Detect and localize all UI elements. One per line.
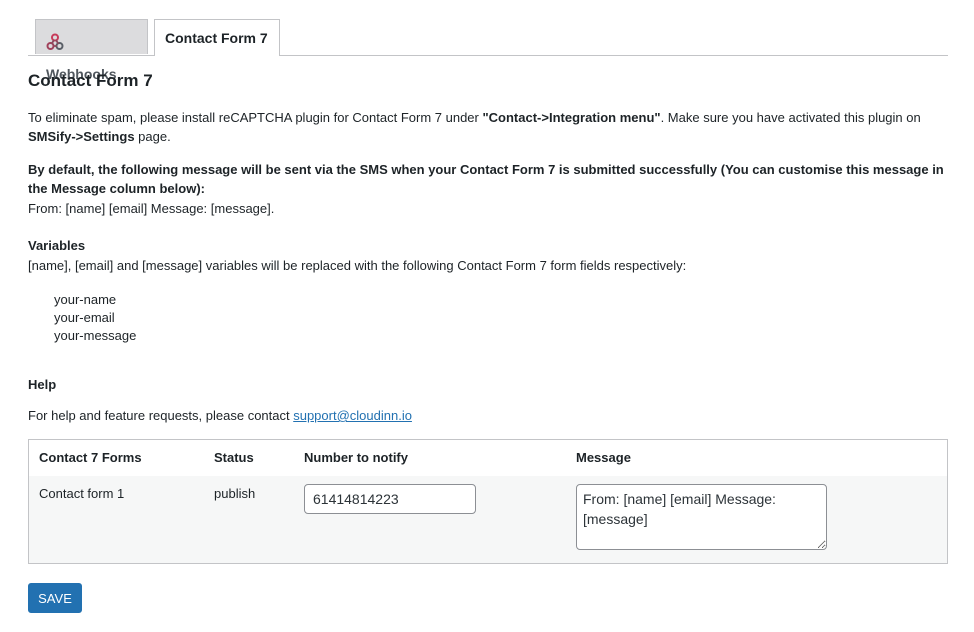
help-text-label: For help and feature requests, please co…: [28, 408, 294, 423]
intro-part1: To eliminate spam, please install reCAPT…: [28, 110, 483, 125]
form-name: Contact form 1: [39, 486, 125, 501]
settings-page-text: SMSify->Settings: [28, 129, 135, 144]
page: Webhooks Contact Form 7 Contact Form 7 T…: [0, 0, 974, 632]
form-status: publish: [214, 486, 256, 501]
field-list: your-name your-email your-message: [54, 291, 136, 345]
tab-contact-form-7[interactable]: Contact Form 7: [154, 19, 280, 56]
tab-bar: Webhooks Contact Form 7: [28, 19, 948, 82]
help-heading: Help: [28, 377, 57, 392]
number-to-notify-input[interactable]: [304, 484, 476, 514]
field-name: your-name: [54, 292, 117, 307]
field-message: your-message: [54, 328, 137, 343]
help-text: For help and feature requests, please co…: [28, 408, 412, 423]
variables-heading: Variables: [28, 238, 86, 253]
tab-contact-form-7-label: Contact Form 7: [165, 30, 268, 46]
default-message-note: By default, the following message will b…: [28, 162, 944, 196]
table-row: Contact form 1 publish From: [name] [ema…: [29, 476, 947, 563]
col-header-message: Message: [576, 450, 631, 465]
table-header: Contact 7 Forms Status Number to notify …: [29, 440, 947, 476]
field-email: your-email: [54, 310, 115, 325]
variables-text: [name], [email] and [message] variables …: [28, 258, 687, 273]
intro-part3: page.: [134, 129, 171, 144]
webhook-icon: [46, 28, 64, 51]
message-textarea[interactable]: From: [name] [email] Message: [message]: [576, 484, 827, 550]
support-email-link[interactable]: support@cloudinn.io: [293, 408, 412, 423]
col-header-number: Number to notify: [304, 450, 408, 465]
save-button[interactable]: SAVE: [28, 583, 82, 613]
page-title: Contact Form 7: [28, 71, 153, 90]
col-header-status: Status: [214, 450, 254, 465]
default-message: From: [name] [email] Message: [message].: [28, 201, 275, 216]
integration-menu-text: "Contact->Integration menu": [482, 110, 661, 125]
col-header-forms: Contact 7 Forms: [39, 450, 142, 465]
forms-table: Contact 7 Forms Status Number to notify …: [28, 439, 948, 564]
intro-text: To eliminate spam, please install reCAPT…: [28, 108, 948, 146]
tab-webhooks[interactable]: Webhooks: [35, 19, 148, 82]
intro-part2: . Make sure you have activated this plug…: [660, 110, 921, 125]
